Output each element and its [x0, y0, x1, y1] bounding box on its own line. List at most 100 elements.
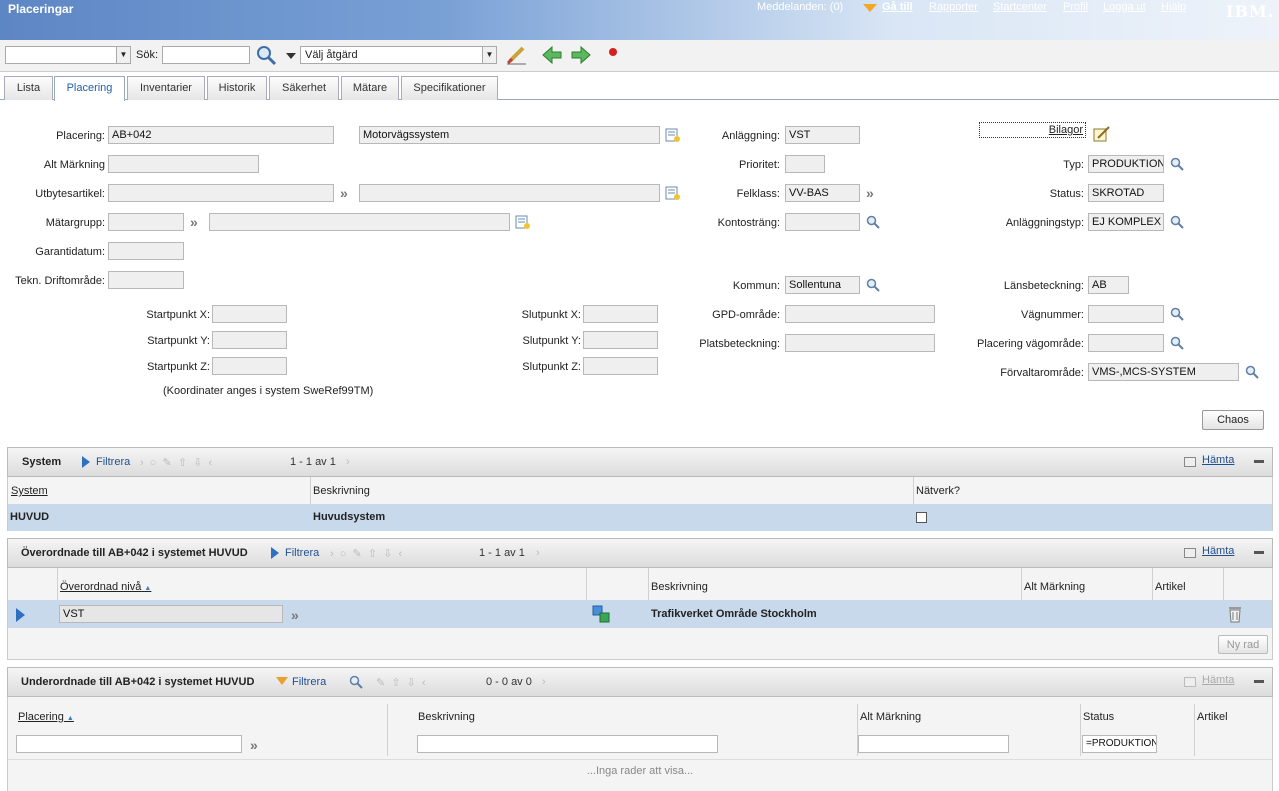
chaos-button[interactable]: Chaos: [1202, 410, 1264, 430]
lookup-icon[interactable]: [1170, 157, 1184, 171]
garantidatum-field[interactable]: [108, 242, 184, 260]
column-header-beskrivning[interactable]: Beskrivning: [651, 581, 708, 593]
collapse-icon[interactable]: [1254, 680, 1264, 683]
natverk-checkbox[interactable]: [916, 512, 927, 523]
anlaggning-field[interactable]: VST: [785, 126, 860, 144]
prioritet-field[interactable]: [785, 155, 825, 173]
bilagor-link[interactable]: Bilagor: [979, 122, 1086, 138]
detail-menu-icon[interactable]: »: [190, 215, 198, 229]
alt-markning-filter-input[interactable]: [858, 735, 1009, 753]
search-icon[interactable]: [349, 675, 363, 689]
utbytesartikel-description-field[interactable]: [359, 184, 660, 202]
fetch-link[interactable]: Hämta: [1202, 545, 1234, 557]
column-header-system[interactable]: System: [11, 485, 48, 497]
startpunkt-y-field[interactable]: [212, 331, 287, 349]
detail-menu-icon[interactable]: »: [291, 608, 299, 622]
column-header-artikel[interactable]: Artikel: [1155, 581, 1186, 593]
column-header-alt-markning[interactable]: Alt Märkning: [860, 711, 921, 723]
column-header-overordnad-niva[interactable]: Överordnad nivå ▲: [60, 581, 151, 593]
goto-arrow-icon[interactable]: [863, 4, 877, 12]
clear-changes-icon[interactable]: [506, 45, 528, 65]
previous-record-icon[interactable]: [541, 45, 563, 65]
tab-historik[interactable]: Historik: [207, 76, 267, 100]
slutpunkt-y-field[interactable]: [583, 331, 658, 349]
vagnummer-field[interactable]: [1088, 305, 1164, 323]
startpunkt-z-field[interactable]: [212, 357, 287, 375]
attachments-icon[interactable]: [1093, 125, 1111, 143]
new-row-button[interactable]: Ny rad: [1218, 635, 1268, 654]
tab-lista[interactable]: Lista: [4, 76, 53, 100]
search-icon[interactable]: [255, 44, 277, 66]
overordnad-niva-field[interactable]: VST: [59, 605, 283, 623]
alt-markning-field[interactable]: [108, 155, 259, 173]
lookup-icon[interactable]: [1170, 307, 1184, 321]
tab-specifikationer[interactable]: Specifikationer: [401, 76, 498, 100]
column-header-artikel[interactable]: Artikel: [1197, 711, 1228, 723]
lookup-icon[interactable]: [866, 278, 880, 292]
placering-filter-input[interactable]: [16, 735, 242, 753]
nav-logout[interactable]: Logga ut: [1103, 1, 1146, 13]
row-expand-icon[interactable]: [16, 608, 25, 622]
matargrupp-field[interactable]: [108, 213, 184, 231]
detail-menu-icon[interactable]: »: [340, 186, 348, 200]
column-header-placering[interactable]: Placering ▲: [18, 711, 74, 723]
long-description-icon[interactable]: [665, 127, 681, 143]
status-field[interactable]: SKROTAD: [1088, 184, 1164, 202]
beskrivning-filter-input[interactable]: [417, 735, 718, 753]
lookup-icon[interactable]: [866, 215, 880, 229]
messages-link[interactable]: Meddelanden: (0): [757, 1, 843, 13]
fetch-link[interactable]: Hämta: [1202, 454, 1234, 466]
anlaggningstyp-field[interactable]: EJ KOMPLEX: [1088, 213, 1164, 231]
startpunkt-x-field[interactable]: [212, 305, 287, 323]
tab-matare[interactable]: Mätare: [341, 76, 399, 100]
caret-down-icon[interactable]: [286, 53, 296, 59]
kommun-field[interactable]: Sollentuna: [785, 276, 860, 294]
column-header-beskrivning[interactable]: Beskrivning: [313, 485, 370, 497]
lookup-icon[interactable]: [1170, 215, 1184, 229]
filter-link[interactable]: Filtrera: [285, 547, 319, 559]
collapse-icon[interactable]: [1254, 460, 1264, 463]
tab-inventarier[interactable]: Inventarier: [127, 76, 205, 100]
slutpunkt-z-field[interactable]: [583, 357, 658, 375]
nav-startcenter[interactable]: Startcenter: [993, 1, 1047, 13]
query-select[interactable]: ▼: [5, 46, 131, 64]
collapse-icon[interactable]: [1254, 551, 1264, 554]
table-row[interactable]: VST » Trafikverket Område Stockholm: [8, 600, 1272, 628]
tab-placering[interactable]: Placering: [54, 76, 125, 101]
tab-sakerhet[interactable]: Säkerhet: [269, 76, 339, 100]
filter-arrow-icon[interactable]: [82, 456, 90, 468]
placering-description-field[interactable]: Motorvägssystem: [359, 126, 660, 144]
nav-help[interactable]: Hjälp: [1161, 1, 1186, 13]
goto-menu[interactable]: Gå till: [882, 1, 913, 13]
filter-arrow-icon[interactable]: [271, 547, 279, 559]
nav-profile[interactable]: Profil: [1063, 1, 1088, 13]
forvaltaromrade-field[interactable]: VMS-,MCS-SYSTEM: [1088, 363, 1239, 381]
download-icon[interactable]: [1184, 548, 1196, 558]
utbytesartikel-field[interactable]: [108, 184, 334, 202]
column-header-natverk[interactable]: Nätverk?: [916, 485, 960, 497]
hierarchy-icon[interactable]: [592, 605, 610, 623]
slutpunkt-x-field[interactable]: [583, 305, 658, 323]
status-filter-input[interactable]: =PRODUKTION: [1082, 735, 1157, 753]
gpd-omrade-field[interactable]: [785, 305, 935, 323]
column-header-alt-markning[interactable]: Alt Märkning: [1024, 581, 1085, 593]
filter-link[interactable]: Filtrera: [96, 456, 130, 468]
felklass-field[interactable]: VV-BAS: [785, 184, 860, 202]
lookup-icon[interactable]: [1170, 336, 1184, 350]
next-record-icon[interactable]: [570, 45, 592, 65]
typ-field[interactable]: PRODUKTION: [1088, 155, 1164, 173]
long-description-icon[interactable]: [515, 214, 531, 230]
detail-menu-icon[interactable]: »: [866, 186, 874, 200]
lookup-icon[interactable]: [1245, 365, 1259, 379]
detail-menu-icon[interactable]: »: [250, 738, 258, 752]
column-header-beskrivning[interactable]: Beskrivning: [418, 711, 475, 723]
placering-vagomrade-field[interactable]: [1088, 334, 1164, 352]
matargrupp-description-field[interactable]: [209, 213, 510, 231]
long-description-icon[interactable]: [665, 185, 681, 201]
nav-reports[interactable]: Rapporter: [929, 1, 978, 13]
trash-icon[interactable]: [1227, 605, 1243, 623]
download-icon[interactable]: [1184, 457, 1196, 467]
kontostrang-field[interactable]: [785, 213, 860, 231]
column-header-status[interactable]: Status: [1083, 711, 1114, 723]
lansbeteckning-field[interactable]: AB: [1088, 276, 1129, 294]
